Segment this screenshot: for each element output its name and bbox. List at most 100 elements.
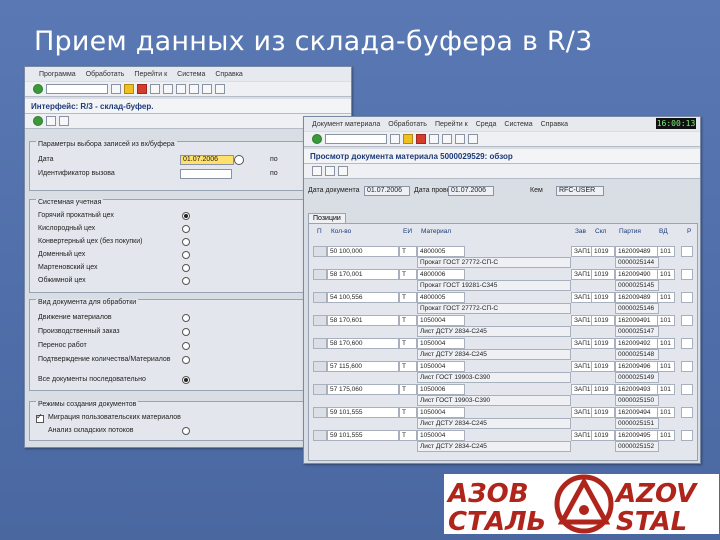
print-icon[interactable] bbox=[150, 84, 160, 94]
cancel-icon[interactable] bbox=[416, 134, 426, 144]
qty-cell: 58 170,600 bbox=[327, 338, 399, 349]
display-icon[interactable] bbox=[312, 166, 322, 176]
batch2-cell: 0000025149 bbox=[615, 372, 659, 383]
radio-button[interactable] bbox=[182, 277, 190, 285]
mode-group: Режимы создания документов Миграция поль… bbox=[29, 401, 345, 441]
page-icon[interactable] bbox=[176, 84, 186, 94]
cancel-icon[interactable] bbox=[137, 84, 147, 94]
radio-button[interactable] bbox=[182, 212, 190, 220]
material-text-cell: Прокат ГОСТ 27772-СП-С bbox=[417, 303, 571, 314]
batch-cell: 162009492 bbox=[615, 338, 659, 349]
option-label: Движение материалов bbox=[38, 314, 112, 321]
execute-icon[interactable] bbox=[33, 116, 43, 126]
storage-cell: 1019 bbox=[591, 246, 615, 257]
slide-title: Прием данных из склада-буфера в R/3 bbox=[34, 26, 593, 57]
menu-item[interactable]: Справка bbox=[541, 121, 568, 128]
back-icon[interactable] bbox=[124, 84, 134, 94]
column-header[interactable]: П bbox=[317, 228, 322, 235]
material-text-cell: Лист ДСТУ 2834-С245 bbox=[417, 326, 571, 337]
radio-button[interactable] bbox=[182, 328, 190, 336]
change-icon[interactable] bbox=[325, 166, 335, 176]
table-header: П Кол-во ЕИ Материал Зав Скл Партия ВД Р bbox=[313, 226, 693, 244]
column-header[interactable]: ЕИ bbox=[403, 228, 412, 235]
material-text-cell: Прокат ГОСТ 19281-С345 bbox=[417, 280, 571, 291]
menu-item[interactable]: Среда bbox=[476, 121, 497, 128]
radio-button[interactable] bbox=[182, 251, 190, 259]
header-area: Дата документа 01.07.2006 Дата проводки … bbox=[308, 183, 694, 201]
plant-cell: ЗАП1 bbox=[571, 430, 593, 441]
back-icon[interactable] bbox=[403, 134, 413, 144]
storage-cell: 1019 bbox=[591, 338, 615, 349]
column-header[interactable]: Зав bbox=[575, 228, 586, 235]
menu-item[interactable]: Программа bbox=[39, 71, 76, 78]
menu-item[interactable]: Система bbox=[177, 71, 205, 78]
unit-cell: Т bbox=[399, 315, 417, 326]
menu-item[interactable]: Перейти к bbox=[435, 121, 468, 128]
mvt-type-cell: 101 bbox=[657, 315, 675, 326]
menu-item[interactable]: Документ материала bbox=[312, 121, 380, 128]
variant-icon[interactable] bbox=[46, 116, 56, 126]
column-header[interactable]: Кол-во bbox=[331, 228, 351, 235]
flag-cell bbox=[681, 292, 693, 303]
call-id-from-field[interactable] bbox=[180, 169, 232, 179]
save-icon[interactable] bbox=[111, 84, 121, 94]
page-icon[interactable] bbox=[468, 134, 478, 144]
plant-cell: ЗАП1 bbox=[571, 292, 593, 303]
batch-cell: 162009495 bbox=[615, 430, 659, 441]
info-icon[interactable] bbox=[59, 116, 69, 126]
radio-button[interactable] bbox=[182, 356, 190, 364]
menu-item[interactable]: Система bbox=[504, 121, 532, 128]
radio-button[interactable] bbox=[182, 314, 190, 322]
checkbox[interactable] bbox=[36, 412, 44, 423]
column-header[interactable]: Партия bbox=[619, 228, 641, 235]
page-icon[interactable] bbox=[455, 134, 465, 144]
find-icon[interactable] bbox=[163, 84, 173, 94]
menu-item[interactable]: Перейти к bbox=[134, 71, 167, 78]
option-label: Миграция пользовательских материалов bbox=[48, 414, 181, 421]
find-icon[interactable] bbox=[442, 134, 452, 144]
tab-items[interactable]: Позиции bbox=[308, 213, 346, 223]
radio-button[interactable] bbox=[182, 225, 190, 233]
radio-button[interactable] bbox=[182, 342, 190, 350]
page-icon[interactable] bbox=[189, 84, 199, 94]
page-icon[interactable] bbox=[202, 84, 212, 94]
enter-icon[interactable] bbox=[312, 134, 322, 144]
group-title: Системная учетная bbox=[36, 199, 104, 206]
option-label: Обжимной цех bbox=[38, 277, 86, 284]
details-icon[interactable] bbox=[338, 166, 348, 176]
plant-cell: ЗАП1 bbox=[571, 315, 593, 326]
command-field[interactable] bbox=[325, 134, 387, 144]
user-field: RFC-USER bbox=[556, 186, 604, 196]
radio-button[interactable] bbox=[182, 427, 190, 435]
menu-item[interactable]: Обработать bbox=[86, 71, 125, 78]
logo-text: AZOV bbox=[614, 479, 698, 509]
flag-cell bbox=[681, 384, 693, 395]
help-icon[interactable] bbox=[215, 84, 225, 94]
radio-button[interactable] bbox=[182, 264, 190, 272]
column-header[interactable]: ВД bbox=[659, 228, 668, 235]
column-header[interactable]: Скл bbox=[595, 228, 606, 235]
batch2-cell: 0000025148 bbox=[615, 349, 659, 360]
radio-button[interactable] bbox=[182, 238, 190, 246]
menu-item[interactable]: Справка bbox=[215, 71, 242, 78]
print-icon[interactable] bbox=[429, 134, 439, 144]
radio-button[interactable] bbox=[182, 376, 190, 384]
storage-cell: 1019 bbox=[591, 407, 615, 418]
flag-cell bbox=[681, 361, 693, 372]
material-cell: 4800006 bbox=[417, 269, 465, 280]
unit-cell: Т bbox=[399, 338, 417, 349]
column-header[interactable]: Р bbox=[687, 228, 691, 235]
right-sap-window: Документ материала Обработать Перейти к … bbox=[303, 116, 701, 464]
row-selector bbox=[313, 292, 327, 303]
command-field[interactable] bbox=[46, 84, 108, 94]
column-header[interactable]: Материал bbox=[421, 228, 451, 235]
qty-cell: 58 170,001 bbox=[327, 269, 399, 280]
save-icon[interactable] bbox=[390, 134, 400, 144]
date-from-field[interactable]: 01.07.2006 bbox=[180, 155, 234, 165]
calendar-icon[interactable] bbox=[234, 155, 244, 165]
items-table: П Кол-во ЕИ Материал Зав Скл Партия ВД Р… bbox=[308, 223, 698, 461]
menu-item[interactable]: Обработать bbox=[388, 121, 427, 128]
storage-cell: 1019 bbox=[591, 384, 615, 395]
to-label: по bbox=[270, 156, 278, 163]
enter-icon[interactable] bbox=[33, 84, 43, 94]
